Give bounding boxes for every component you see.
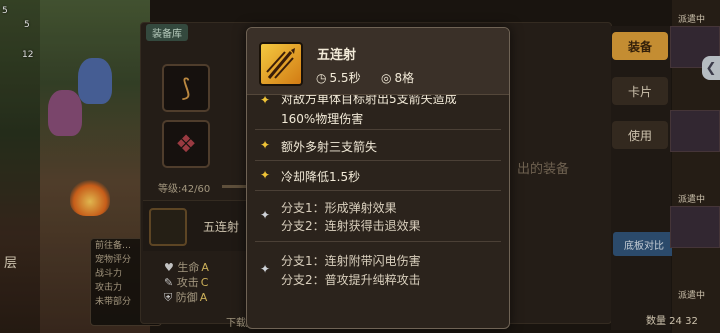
- arrow-volley-icon: [259, 42, 303, 86]
- range-value: 8格: [394, 71, 415, 85]
- entry-text: 对敌方单体目标射出5支箭矢造成: [281, 95, 457, 106]
- range: ◎ 8格: [381, 69, 414, 86]
- cooldown: ◷ 5.5秒: [316, 69, 361, 86]
- entry-text: 分支2：连射获得击退效果: [281, 219, 421, 233]
- skill-name: 五连射: [317, 48, 357, 63]
- upgrade-entry: ✦ 冷却降低1.5秒: [255, 163, 501, 191]
- tooltip-header: 五连射 ◷ 5.5秒 ◎ 8格: [247, 28, 509, 95]
- target-icon: ◎: [381, 70, 392, 85]
- upgrade-entry: ✦ 对敌方单体目标射出5支箭矢造成 160%物理伤害: [255, 95, 501, 130]
- upgrade-entry: ✦ 分支1：连射附带闪电伤害 分支2：普攻提升纯粹攻击: [255, 247, 501, 295]
- skill-tooltip: 五连射 ◷ 5.5秒 ◎ 8格 ✦ 对敌方单体目标射出5支箭矢造成 160%物理…: [246, 27, 510, 329]
- clock-icon: ◷: [316, 70, 327, 85]
- entry-text: 分支2：普攻提升纯粹攻击: [281, 273, 421, 287]
- entry-text: 分支1：连射附带闪电伤害: [281, 254, 421, 268]
- entry-text: 160%物理伤害: [281, 112, 364, 126]
- upgrade-list: ✦ 对敌方单体目标射出5支箭矢造成 160%物理伤害 ✦ 额外多射三支箭失 ✦ …: [247, 95, 509, 328]
- entry-text: 冷却降低1.5秒: [281, 170, 361, 184]
- gold-star-icon: ✦: [260, 95, 271, 107]
- gold-star-icon: ✦: [260, 138, 271, 152]
- entry-text: 分支1：形成弹射效果: [281, 201, 397, 215]
- gold-star-icon: ✦: [260, 168, 271, 182]
- entry-text: 额外多射三支箭失: [281, 140, 378, 154]
- upgrade-entry: ✦ 额外多射三支箭失: [255, 133, 501, 161]
- silver-star-icon: ✦: [260, 262, 271, 276]
- cooldown-value: 5.5秒: [329, 71, 361, 85]
- upgrade-entry: ✦ 分支1：形成弹射效果 分支2：连射获得击退效果: [255, 195, 501, 242]
- silver-star-icon: ✦: [260, 208, 271, 222]
